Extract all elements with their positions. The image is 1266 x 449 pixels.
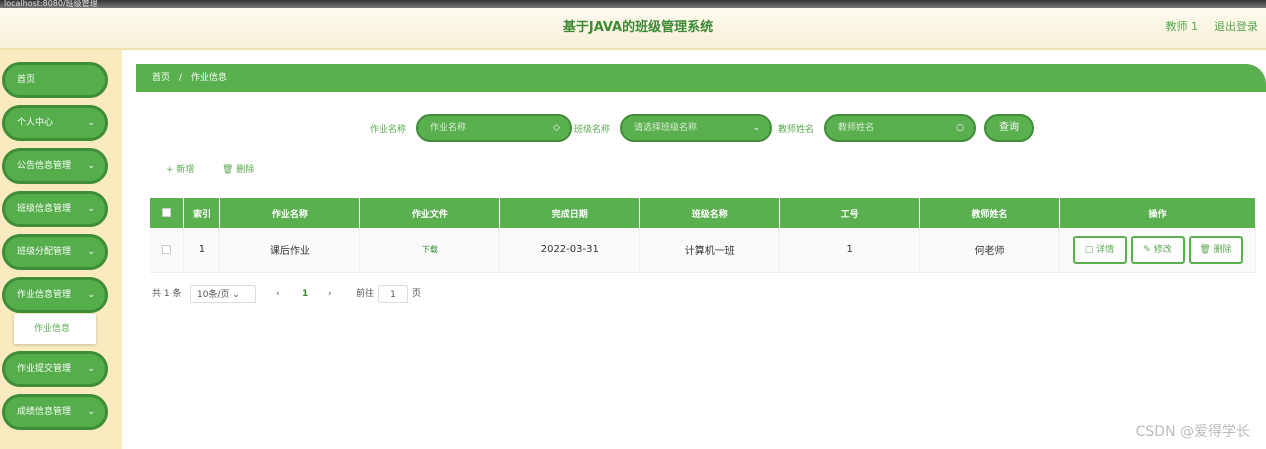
cell-homework-name: 课后作业 <box>219 228 361 273</box>
watermark: CSDN @爱得学长 <box>1135 424 1250 440</box>
delete-label: 删除 <box>1213 244 1232 255</box>
next-page-button[interactable]: › <box>328 285 332 303</box>
chevron-down-icon: ⌄ <box>87 118 95 128</box>
chevron-down-icon: ⌄ <box>87 247 95 257</box>
app-title: 基于JAVA的班级管理系统 <box>562 20 714 35</box>
chevron-down-icon: ⌄ <box>232 290 240 300</box>
sidebar-item-label: 作业提交管理 <box>17 364 72 374</box>
chevron-down-icon: ⌄ <box>87 364 95 374</box>
breadcrumb-home[interactable]: 首页 <box>152 73 170 83</box>
cell-index: 1 <box>183 228 221 273</box>
page-unit-label: 页 <box>412 289 422 299</box>
table-row: 1 课后作业 下载 2022-03-31 计算机一班 1 何老师 ▢ 详情 ✎ 修… <box>150 228 1256 273</box>
edit-button[interactable]: ✎ 修改 <box>1130 235 1185 264</box>
add-button-label: 新增 <box>176 165 195 175</box>
plus-icon: + <box>166 165 177 175</box>
teacher-name-input[interactable]: 教师姓名 ○ <box>824 114 976 142</box>
sidebar-item-label: 公告信息管理 <box>17 161 72 171</box>
select-all-checkbox-cell[interactable] <box>150 198 185 228</box>
breadcrumb: 首页 / 作业信息 <box>136 64 1266 92</box>
page-size-select[interactable]: 10条/页 ⌄ <box>190 285 256 303</box>
column-header: 班级名称 <box>639 198 781 228</box>
cell-due-date: 2022-03-31 <box>499 228 641 273</box>
detail-icon: ▢ <box>1084 244 1097 255</box>
clear-icon: ○ <box>956 123 964 133</box>
column-header: 作业名称 <box>219 198 361 228</box>
chevron-down-icon: ⌄ <box>87 161 95 171</box>
column-header: 索引 <box>183 198 221 228</box>
cell-job-number: 1 <box>779 228 921 273</box>
class-name-select[interactable]: 请选择班级名称 ⌄ <box>620 114 772 142</box>
search-label-teacher-name: 教师姓名 <box>778 125 815 135</box>
row-checkbox-cell[interactable] <box>150 228 185 273</box>
chevron-down-icon: ⌄ <box>87 407 95 417</box>
column-header: 操作 <box>1059 198 1256 228</box>
window-title-bar: localhost:8080/班级管理 <box>0 0 1266 8</box>
homework-table: 索引 作业名称 作业文件 完成日期 班级名称 工号 教师姓名 操作 1 课后作业… <box>150 198 1256 273</box>
input-placeholder: 教师姓名 <box>838 123 875 133</box>
sidebar-item-submission[interactable]: 作业提交管理 ⌄ <box>2 351 108 387</box>
page-size-value: 10条/页 <box>197 290 230 300</box>
table-header-row: 索引 作业名称 作业文件 完成日期 班级名称 工号 教师姓名 操作 <box>150 198 1256 228</box>
sidebar-item-label: 作业信息管理 <box>17 290 72 300</box>
column-header: 工号 <box>779 198 921 228</box>
homework-name-input[interactable]: 作业名称 ◇ <box>416 114 572 142</box>
chevron-down-icon: ⌄ <box>87 204 95 214</box>
page-number-current[interactable]: 1 <box>302 285 308 303</box>
app-header: 基于JAVA的班级管理系统 教师 1 退出登录 <box>0 8 1266 50</box>
input-placeholder: 作业名称 <box>430 123 467 133</box>
search-button[interactable]: 查询 <box>984 114 1034 142</box>
sidebar-item-label: 成绩信息管理 <box>17 407 72 417</box>
sidebar-subitem-homework-info[interactable]: 作业信息 <box>14 314 96 344</box>
pager-total: 共 1 条 <box>152 289 182 299</box>
trash-icon: 🗑 <box>222 165 237 175</box>
sidebar-item-label: 班级信息管理 <box>17 204 72 214</box>
sidebar-item-class[interactable]: 班级信息管理 ⌄ <box>2 191 108 227</box>
sidebar-item-homework[interactable]: 作业信息管理 ⌄ <box>2 277 108 313</box>
clear-icon: ◇ <box>553 123 560 133</box>
sidebar-item-label: 个人中心 <box>17 118 54 128</box>
current-user: 教师 1 <box>1165 20 1199 33</box>
sidebar-item-notice[interactable]: 公告信息管理 ⌄ <box>2 148 108 184</box>
sidebar-item-grades[interactable]: 成绩信息管理 ⌄ <box>2 394 108 430</box>
search-label-class-name: 班级名称 <box>574 125 611 135</box>
chevron-down-icon: ⌄ <box>752 123 760 133</box>
chevron-down-icon: ⌄ <box>87 290 95 300</box>
column-header: 完成日期 <box>499 198 641 228</box>
row-checkbox[interactable] <box>162 244 172 254</box>
breadcrumb-current: 作业信息 <box>190 73 227 83</box>
sidebar-item-class-assign[interactable]: 班级分配管理 ⌄ <box>2 234 108 270</box>
delete-button[interactable]: 🗑 删除 <box>222 162 254 175</box>
cell-class-name: 计算机一班 <box>639 228 781 273</box>
sidebar-item-profile[interactable]: 个人中心 ⌄ <box>2 105 108 141</box>
delete-button-label: 删除 <box>236 165 255 175</box>
sidebar-item-label: 班级分配管理 <box>17 247 72 257</box>
select-all-checkbox[interactable] <box>162 208 172 217</box>
sidebar-item-label: 首页 <box>17 75 36 85</box>
prev-page-button[interactable]: ‹ <box>276 285 280 303</box>
cell-teacher-name: 何老师 <box>919 228 1061 273</box>
trash-icon: 🗑 <box>1199 244 1214 255</box>
breadcrumb-sep: / <box>178 73 182 83</box>
download-link[interactable]: 下载 <box>422 245 438 254</box>
sidebar-item-home[interactable]: 首页 <box>2 62 108 98</box>
add-button[interactable]: + 新增 <box>166 162 194 175</box>
detail-button[interactable]: ▢ 详情 <box>1072 235 1127 264</box>
goto-page-input[interactable]: 1 <box>378 285 408 303</box>
window-title: localhost:8080/班级管理 <box>4 0 98 8</box>
goto-label: 前往 <box>356 289 375 299</box>
select-placeholder: 请选择班级名称 <box>634 123 698 133</box>
logout-link[interactable]: 退出登录 <box>1214 18 1258 34</box>
edit-label: 修改 <box>1153 244 1172 255</box>
detail-label: 详情 <box>1096 244 1115 255</box>
edit-icon: ✎ <box>1143 244 1154 255</box>
cell-homework-file: 下载 <box>359 228 501 273</box>
search-label-homework-name: 作业名称 <box>370 125 407 135</box>
column-header: 作业文件 <box>359 198 501 228</box>
row-delete-button[interactable]: 🗑 删除 <box>1188 235 1243 264</box>
cell-actions: ▢ 详情 ✎ 修改 🗑 删除 <box>1059 228 1256 273</box>
column-header: 教师姓名 <box>919 198 1061 228</box>
